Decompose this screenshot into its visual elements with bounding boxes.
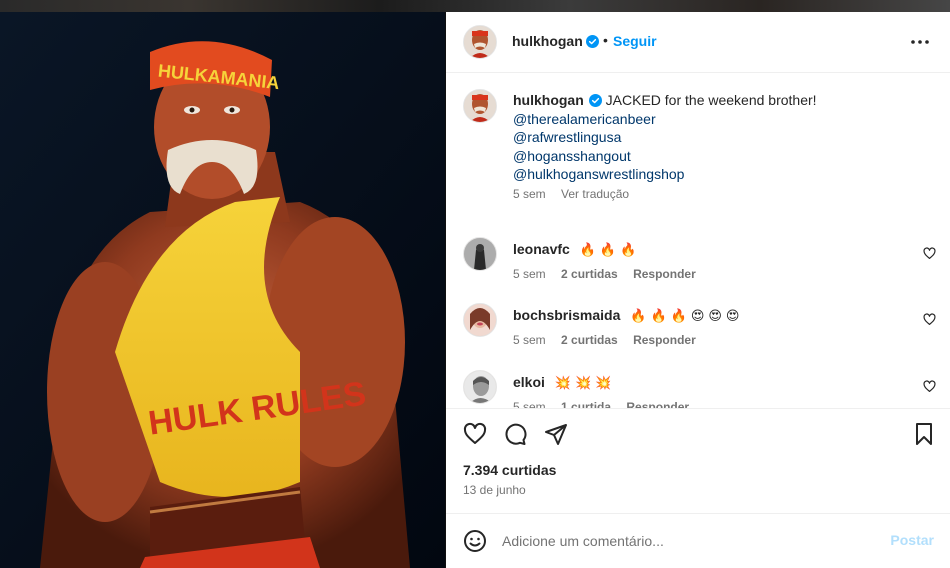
post-details-panel: hulkhogan • Seguir hulkhogan JACKED for … bbox=[446, 12, 950, 568]
comment-body: 🔥🔥🔥😍😍😍 bbox=[630, 308, 744, 323]
comment-time[interactable]: 5 sem bbox=[513, 267, 546, 281]
caption-body: JACKED for the weekend brother! bbox=[605, 92, 817, 108]
follow-button[interactable]: Seguir bbox=[613, 33, 657, 49]
author-avatar[interactable] bbox=[463, 25, 497, 59]
likes-count[interactable]: 7.394 curtidas bbox=[463, 462, 556, 478]
mention-link[interactable]: @hogansshangout bbox=[513, 147, 923, 166]
bookmark-icon[interactable] bbox=[912, 422, 936, 446]
reply-button[interactable]: Responder bbox=[633, 267, 696, 281]
post-comment-button[interactable]: Postar bbox=[890, 532, 934, 548]
reply-button[interactable]: Responder bbox=[626, 400, 689, 408]
comment-item: elkoi 💥💥💥 5 sem 1 curtida Responder bbox=[446, 370, 950, 408]
caption-text: hulkhogan JACKED for the weekend brother… bbox=[513, 91, 923, 184]
comment-body: 💥💥💥 bbox=[554, 375, 616, 390]
comment-likes[interactable]: 2 curtidas bbox=[561, 333, 618, 347]
comment-likes[interactable]: 2 curtidas bbox=[561, 267, 618, 281]
caption-avatar[interactable] bbox=[463, 89, 497, 123]
verified-badge-icon bbox=[586, 35, 599, 48]
comment-icon[interactable] bbox=[503, 422, 527, 446]
comment-item: bochsbrismaida 🔥🔥🔥😍😍😍 5 sem 2 curtidas R… bbox=[446, 303, 950, 369]
heart-icon[interactable] bbox=[923, 380, 936, 393]
author-username[interactable]: hulkhogan bbox=[512, 33, 583, 49]
background-overlay bbox=[0, 0, 950, 12]
caption-username[interactable]: hulkhogan bbox=[513, 92, 584, 108]
comment-username[interactable]: elkoi bbox=[513, 374, 545, 390]
caption-meta: 5 sem Ver tradução bbox=[513, 187, 641, 201]
comment-body: 🔥🔥🔥 bbox=[579, 242, 641, 257]
verified-badge-icon bbox=[588, 94, 602, 107]
commenter-avatar[interactable] bbox=[463, 303, 497, 337]
heart-icon[interactable] bbox=[923, 313, 936, 326]
smiley-icon[interactable] bbox=[463, 529, 487, 553]
commenter-avatar[interactable] bbox=[463, 370, 497, 404]
heart-icon[interactable] bbox=[463, 422, 487, 446]
comment-text: bochsbrismaida 🔥🔥🔥😍😍😍 bbox=[513, 307, 743, 324]
comment-meta: 5 sem 2 curtidas Responder bbox=[513, 333, 708, 347]
mention-link[interactable]: @hulkhoganswrestlingshop bbox=[513, 165, 923, 184]
mention-link[interactable]: @therealamericanbeer bbox=[513, 110, 923, 129]
post-image: HULKAMANIA HULK RULES bbox=[0, 12, 445, 568]
commenter-avatar[interactable] bbox=[463, 237, 497, 271]
comment-likes[interactable]: 1 curtida bbox=[561, 400, 611, 408]
translate-link[interactable]: Ver tradução bbox=[561, 187, 629, 201]
separator-dot: • bbox=[603, 32, 608, 48]
post-photo[interactable]: HULKAMANIA HULK RULES bbox=[0, 12, 445, 568]
post-actions: 7.394 curtidas 13 de junho bbox=[446, 408, 950, 513]
comment-item: leonavfc 🔥🔥🔥 5 sem 2 curtidas Responder bbox=[446, 237, 950, 303]
share-icon[interactable] bbox=[544, 422, 568, 446]
comment-meta: 5 sem 2 curtidas Responder bbox=[513, 267, 708, 281]
mention-link[interactable]: @rafwrestlingusa bbox=[513, 128, 923, 147]
comment-time[interactable]: 5 sem bbox=[513, 400, 546, 408]
reply-button[interactable]: Responder bbox=[633, 333, 696, 347]
comment-username[interactable]: bochsbrismaida bbox=[513, 307, 620, 323]
caption-time[interactable]: 5 sem bbox=[513, 187, 546, 201]
more-icon[interactable] bbox=[910, 32, 930, 52]
comment-time[interactable]: 5 sem bbox=[513, 333, 546, 347]
add-comment-bar: Postar bbox=[446, 513, 950, 568]
comments-list[interactable]: hulkhogan JACKED for the weekend brother… bbox=[446, 73, 950, 408]
comment-input[interactable] bbox=[502, 530, 872, 552]
comment-text: elkoi 💥💥💥 bbox=[513, 374, 615, 391]
comment-username[interactable]: leonavfc bbox=[513, 241, 570, 257]
comment-text: leonavfc 🔥🔥🔥 bbox=[513, 241, 640, 258]
comment-meta: 5 sem 1 curtida Responder bbox=[513, 400, 701, 408]
post-date[interactable]: 13 de junho bbox=[463, 483, 526, 497]
post-header: hulkhogan • Seguir bbox=[446, 12, 950, 73]
heart-icon[interactable] bbox=[923, 247, 936, 260]
